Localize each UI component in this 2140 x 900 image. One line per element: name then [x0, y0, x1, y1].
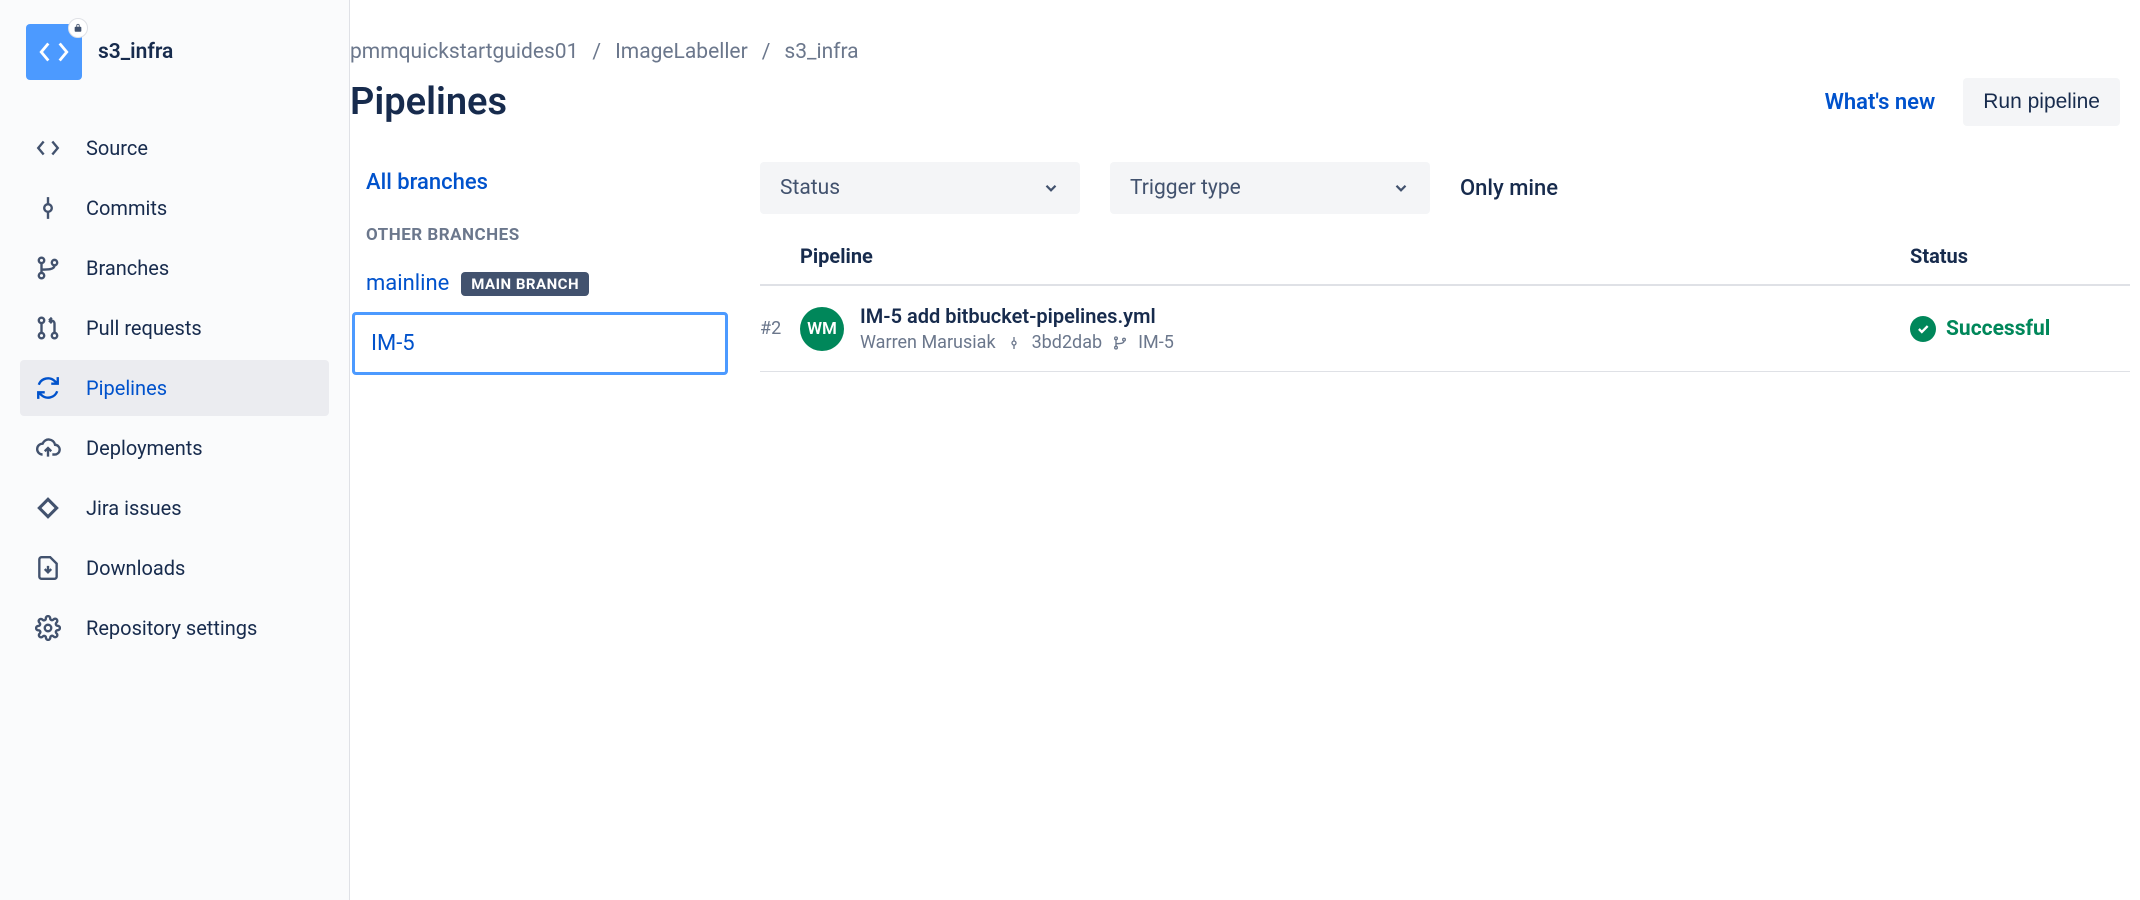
nav-label: Jira issues: [86, 496, 182, 520]
pipeline-main: WM IM-5 add bitbucket-pipelines.yml Warr…: [800, 304, 1910, 353]
other-branches-label: OTHER BRANCHES: [350, 225, 730, 245]
page-header: Pipelines What's new Run pipeline: [350, 78, 2140, 126]
repo-icon: [26, 24, 82, 80]
nav-label: Source: [86, 136, 148, 160]
col-pipeline-header: Pipeline: [800, 244, 1910, 268]
main-branch-badge: MAIN BRANCH: [461, 272, 589, 296]
dropdown-label: Status: [780, 176, 840, 200]
nav-list: Source Commits Branches Pull requests Pi…: [20, 120, 349, 656]
table-header: Pipeline Status: [760, 244, 2130, 286]
col-status-header: Status: [1910, 244, 2130, 268]
status-text: Successful: [1946, 317, 2050, 341]
sidebar-item-branches[interactable]: Branches: [20, 240, 329, 296]
breadcrumb: pmmquickstartguides01 / ImageLabeller / …: [350, 40, 2140, 64]
pipeline-status: Successful: [1910, 316, 2130, 342]
download-icon: [34, 554, 62, 582]
pipeline-meta: Warren Marusiak 3bd2dab IM-5: [860, 332, 1174, 353]
repo-header[interactable]: s3_infra: [20, 24, 349, 80]
pipeline-author: Warren Marusiak: [860, 332, 996, 353]
header-actions: What's new Run pipeline: [1825, 78, 2120, 126]
sidebar-item-downloads[interactable]: Downloads: [20, 540, 329, 596]
dropdown-label: Trigger type: [1130, 176, 1241, 200]
run-pipeline-button[interactable]: Run pipeline: [1963, 78, 2120, 126]
branch-panel: All branches OTHER BRANCHES mainline MAI…: [350, 162, 730, 375]
main-content: pmmquickstartguides01 / ImageLabeller / …: [350, 0, 2140, 900]
nav-label: Commits: [86, 196, 167, 220]
table-row[interactable]: #2 WM IM-5 add bitbucket-pipelines.yml W…: [760, 286, 2130, 372]
commit-icon: [34, 194, 62, 222]
branch-name: mainline: [366, 271, 449, 296]
page-title: Pipelines: [350, 80, 507, 124]
pipeline-panel: Status Trigger type Only mine Pipeline S…: [760, 162, 2140, 375]
sidebar-item-settings[interactable]: Repository settings: [20, 600, 329, 656]
chevron-down-icon: [1392, 179, 1410, 197]
breadcrumb-sep: /: [592, 40, 601, 64]
pipeline-branch: IM-5: [1138, 332, 1174, 353]
sidebar-item-pullrequests[interactable]: Pull requests: [20, 300, 329, 356]
gear-icon: [34, 614, 62, 642]
sidebar-item-source[interactable]: Source: [20, 120, 329, 176]
code-icon: [34, 134, 62, 162]
pipeline-info: IM-5 add bitbucket-pipelines.yml Warren …: [860, 304, 1174, 353]
chevron-down-icon: [1042, 179, 1060, 197]
nav-label: Branches: [86, 256, 169, 280]
nav-label: Pull requests: [86, 316, 202, 340]
breadcrumb-item[interactable]: pmmquickstartguides01: [350, 40, 578, 64]
nav-label: Downloads: [86, 556, 185, 580]
sidebar-item-deployments[interactable]: Deployments: [20, 420, 329, 476]
pipelines-icon: [34, 374, 62, 402]
sidebar-item-commits[interactable]: Commits: [20, 180, 329, 236]
breadcrumb-item[interactable]: s3_infra: [784, 40, 858, 64]
trigger-dropdown[interactable]: Trigger type: [1110, 162, 1430, 214]
avatar: WM: [800, 307, 844, 351]
commit-icon: [1006, 335, 1022, 351]
cloud-upload-icon: [34, 434, 62, 462]
breadcrumb-item[interactable]: ImageLabeller: [615, 40, 748, 64]
sidebar-item-pipelines[interactable]: Pipelines: [20, 360, 329, 416]
content-row: All branches OTHER BRANCHES mainline MAI…: [350, 162, 2140, 375]
nav-label: Pipelines: [86, 376, 167, 400]
jira-icon: [34, 494, 62, 522]
pipeline-title: IM-5 add bitbucket-pipelines.yml: [860, 304, 1174, 328]
branch-icon: [34, 254, 62, 282]
branch-im5-selected[interactable]: IM-5: [352, 312, 728, 375]
status-dropdown[interactable]: Status: [760, 162, 1080, 214]
branch-icon: [1112, 335, 1128, 351]
pullrequest-icon: [34, 314, 62, 342]
repo-name: s3_infra: [98, 40, 173, 64]
sidebar: s3_infra Source Commits Branches Pull re…: [0, 0, 350, 900]
pipeline-commit: 3bd2dab: [1032, 332, 1103, 353]
success-icon: [1910, 316, 1936, 342]
filter-row: Status Trigger type Only mine: [760, 162, 2130, 214]
only-mine-toggle[interactable]: Only mine: [1460, 176, 1558, 201]
nav-label: Deployments: [86, 436, 203, 460]
whats-new-link[interactable]: What's new: [1825, 90, 1936, 115]
all-branches-link[interactable]: All branches: [350, 162, 730, 203]
breadcrumb-sep: /: [762, 40, 771, 64]
branch-mainline[interactable]: mainline MAIN BRANCH: [350, 265, 730, 312]
lock-icon: [68, 18, 88, 38]
pipeline-number: #2: [760, 318, 800, 339]
nav-label: Repository settings: [86, 616, 257, 640]
sidebar-item-jira[interactable]: Jira issues: [20, 480, 329, 536]
